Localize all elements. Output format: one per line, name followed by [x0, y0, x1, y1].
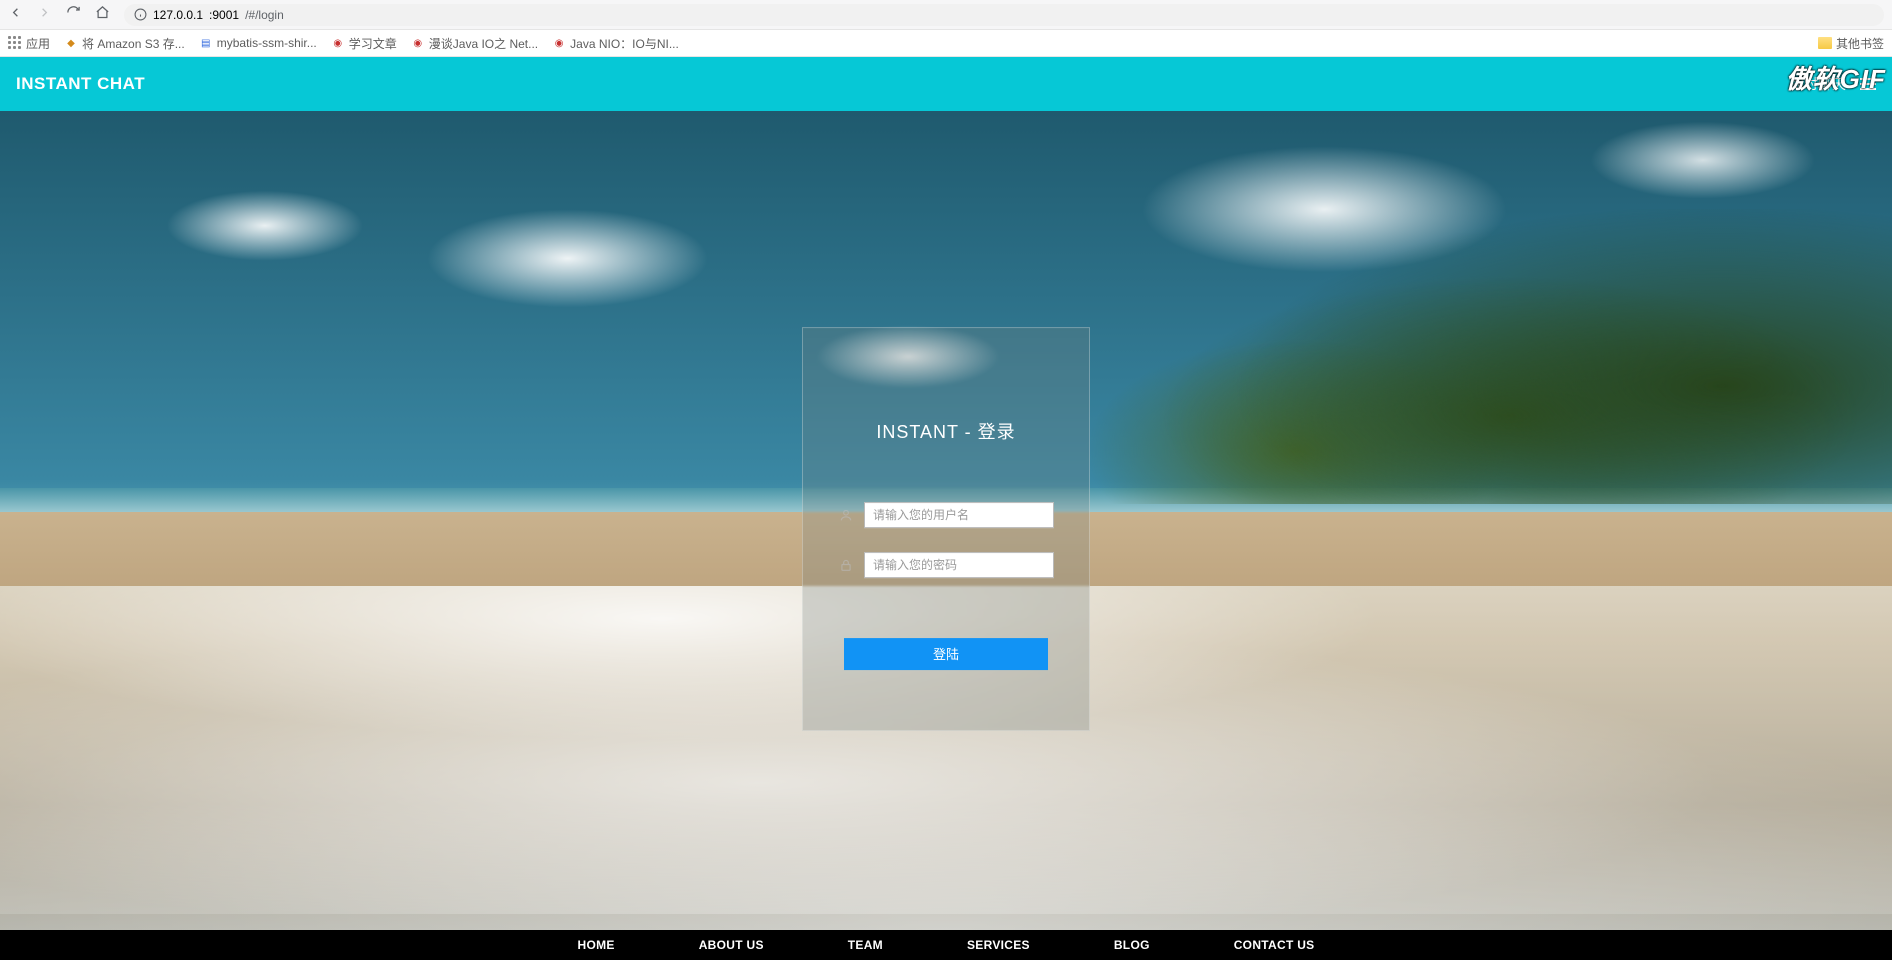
apps-button[interactable]: 应用	[8, 35, 50, 52]
info-icon	[134, 8, 147, 21]
reload-button[interactable]	[66, 5, 81, 25]
username-input[interactable]	[864, 502, 1054, 528]
bookmark-icon: ▤	[199, 36, 213, 50]
url-origin: 127.0.0.1	[153, 8, 203, 22]
back-button[interactable]	[8, 5, 23, 25]
bookmark-item[interactable]: ▤ mybatis-ssm-shir...	[199, 36, 317, 50]
bookmark-icon: ◉	[331, 36, 345, 50]
bookmark-label: 学习文章	[349, 35, 397, 52]
apps-icon	[8, 36, 22, 50]
app-header: INSTANT CHAT 即时聊天	[0, 57, 1892, 111]
menu-button[interactable]	[1860, 75, 1876, 93]
bookmark-icon: ◆	[64, 36, 78, 50]
header-link-chat[interactable]: 即时聊天	[1790, 74, 1846, 94]
footer-link-home[interactable]: HOME	[577, 938, 614, 952]
login-button[interactable]: 登陆	[844, 638, 1048, 670]
other-bookmarks[interactable]: 其他书签	[1818, 35, 1884, 52]
bookmark-item[interactable]: ◆ 将 Amazon S3 存...	[64, 35, 185, 52]
home-button[interactable]	[95, 5, 110, 25]
other-bookmarks-label: 其他书签	[1836, 35, 1884, 52]
bookmarks-bar: 应用 ◆ 将 Amazon S3 存... ▤ mybatis-ssm-shir..…	[0, 30, 1892, 57]
lock-icon	[838, 558, 854, 572]
login-card: INSTANT - 登录 登陆	[802, 327, 1090, 731]
bookmark-label: mybatis-ssm-shir...	[217, 36, 317, 50]
footer-link-blog[interactable]: BLOG	[1114, 938, 1150, 952]
bookmark-label: 将 Amazon S3 存...	[82, 35, 185, 52]
bookmark-label: Java NIO：IO与NI...	[570, 35, 679, 52]
bookmark-item[interactable]: ◉ Java NIO：IO与NI...	[552, 35, 679, 52]
bookmark-icon: ◉	[552, 36, 566, 50]
password-input[interactable]	[864, 552, 1054, 578]
bookmark-label: 漫谈Java IO之 Net...	[429, 35, 538, 52]
bookmark-item[interactable]: ◉ 漫谈Java IO之 Net...	[411, 35, 538, 52]
footer-link-team[interactable]: TEAM	[848, 938, 883, 952]
browser-toolbar: 127.0.0.1 :9001 /#/login	[0, 0, 1892, 30]
bookmark-icon: ◉	[411, 36, 425, 50]
apps-label: 应用	[26, 35, 50, 52]
footer-link-services[interactable]: SERVICES	[967, 938, 1030, 952]
url-port: :9001	[209, 8, 239, 22]
footer-link-about[interactable]: ABOUT US	[699, 938, 764, 952]
login-title: INSTANT - 登录	[876, 418, 1015, 444]
url-path: /#/login	[245, 8, 284, 22]
folder-icon	[1818, 37, 1832, 49]
user-icon	[838, 508, 854, 522]
footer-nav: HOME ABOUT US TEAM SERVICES BLOG CONTACT…	[0, 930, 1892, 960]
footer-link-contact[interactable]: CONTACT US	[1234, 938, 1315, 952]
forward-button[interactable]	[37, 5, 52, 25]
hero-background: INSTANT - 登录 登陆	[0, 111, 1892, 930]
address-bar[interactable]: 127.0.0.1 :9001 /#/login	[124, 4, 1884, 26]
brand-title: INSTANT CHAT	[16, 74, 145, 94]
bookmark-item[interactable]: ◉ 学习文章	[331, 35, 397, 52]
